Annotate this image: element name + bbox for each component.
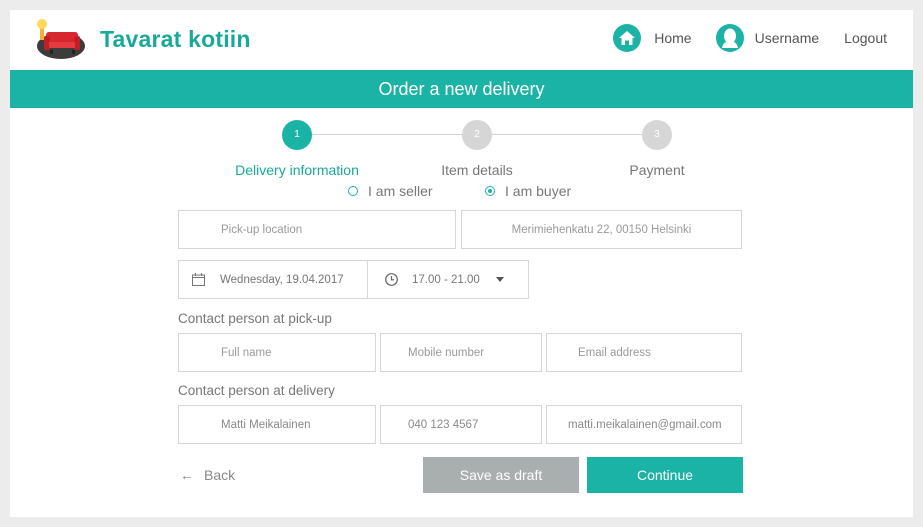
step-3-label: Payment [629, 162, 685, 178]
time-value: 17.00 - 21.00 [412, 273, 480, 286]
page-card: Tavarat kotiin Home Username Logout Orde… [10, 10, 913, 517]
brand[interactable]: Tavarat kotiin [36, 18, 251, 60]
delivery-location-value: Merimiehenkatu 22, 00150 Helsinki [511, 223, 692, 236]
user-avatar-icon [715, 24, 744, 52]
home-link[interactable]: Home [613, 24, 692, 52]
step-1-label: Delivery information [235, 162, 359, 178]
delivery-full-name-input[interactable]: Matti Meikalainen [178, 405, 376, 444]
seller-radio-label: I am seller [368, 183, 433, 199]
step-1-circle[interactable]: 1 [282, 120, 312, 150]
step-3-circle[interactable]: 3 [642, 120, 672, 150]
brand-name: Tavarat kotiin [100, 25, 251, 52]
top-nav: Home Username Logout [613, 24, 887, 52]
pickup-location-input[interactable]: Pick-up location [178, 210, 456, 249]
back-label: Back [204, 467, 236, 483]
pickup-contact-heading: Contact person at pick-up [178, 311, 332, 326]
buyer-radio-label: I am buyer [505, 183, 572, 199]
delivery-email-value: matti.meikalainen@gmail.com [568, 418, 722, 431]
home-icon [613, 24, 642, 52]
username-label: Username [754, 30, 820, 46]
sofa-logo-icon [36, 18, 86, 60]
delivery-email-input[interactable]: matti.meikalainen@gmail.com [546, 405, 742, 444]
pickup-email-placeholder: Email address [578, 346, 651, 359]
pickup-email-input[interactable]: Email address [546, 333, 742, 372]
back-link[interactable]: ← Back [180, 467, 235, 483]
delivery-mobile-input[interactable]: 040 123 4567 [380, 405, 542, 444]
delivery-contact-heading: Contact person at delivery [178, 383, 335, 398]
pickup-mobile-input[interactable]: Mobile number [380, 333, 542, 372]
logout-link[interactable]: Logout [844, 30, 887, 46]
buyer-radio[interactable]: I am buyer [485, 183, 571, 199]
pickup-mobile-placeholder: Mobile number [408, 346, 485, 359]
user-menu[interactable]: Username [715, 24, 820, 52]
radio-unchecked-icon [348, 186, 358, 196]
time-select[interactable]: 17.00 - 21.00 [367, 260, 529, 299]
step-2-circle[interactable]: 2 [462, 120, 492, 150]
radio-checked-icon [485, 186, 495, 196]
page-title-banner: Order a new delivery [10, 70, 913, 108]
continue-button[interactable]: Continue [587, 457, 743, 493]
date-value: Wednesday, 19.04.2017 [220, 273, 344, 286]
seller-radio[interactable]: I am seller [348, 183, 433, 199]
step-2-label: Item details [441, 162, 513, 178]
pickup-full-name-input[interactable]: Full name [178, 333, 376, 372]
delivery-full-name-value: Matti Meikalainen [221, 418, 311, 431]
step-connector [312, 134, 462, 135]
step-connector [492, 134, 642, 135]
delivery-location-input[interactable]: Merimiehenkatu 22, 00150 Helsinki [461, 210, 742, 249]
clock-icon [385, 273, 398, 286]
pickup-location-placeholder: Pick-up location [221, 223, 303, 236]
pickup-full-name-placeholder: Full name [221, 346, 272, 359]
arrow-left-icon: ← [180, 467, 194, 483]
home-link-label: Home [654, 30, 692, 46]
delivery-mobile-value: 040 123 4567 [408, 418, 479, 431]
progress-stepper: 1 2 3 Delivery information Item details … [10, 120, 913, 178]
calendar-icon [192, 273, 205, 286]
chevron-down-icon [495, 277, 504, 282]
date-picker[interactable]: Wednesday, 19.04.2017 [178, 260, 368, 299]
save-draft-button[interactable]: Save as draft [423, 457, 579, 493]
